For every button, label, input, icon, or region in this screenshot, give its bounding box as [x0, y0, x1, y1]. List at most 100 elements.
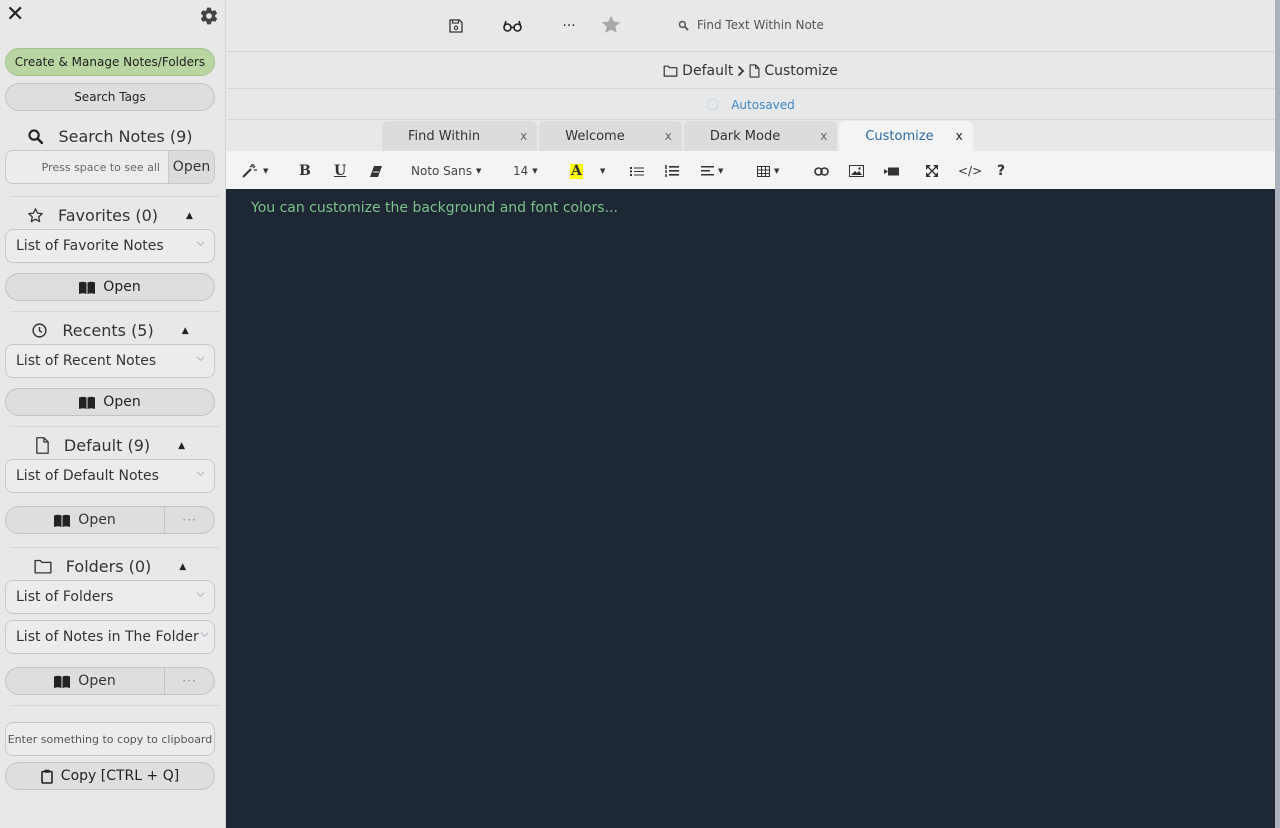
dropdown-caret-icon: ▼: [600, 167, 606, 175]
folders-more-button[interactable]: ···: [164, 668, 214, 694]
divider: [10, 311, 220, 312]
breadcrumb-folder[interactable]: Default: [682, 63, 733, 79]
link-button[interactable]: [814, 163, 829, 179]
table-icon: [757, 165, 770, 177]
breadcrumb: Default Customize: [226, 53, 1275, 89]
folders-title: Folders (0): [65, 557, 152, 576]
folders-heading: Folders (0) ▲: [0, 557, 220, 576]
dropdown-caret-icon: ▼: [774, 167, 780, 175]
book-open-icon: [54, 514, 71, 527]
save-icon[interactable]: [446, 16, 466, 36]
font-family-dropdown[interactable]: Noto Sans ▼: [411, 163, 481, 179]
dropdown-caret-icon: ▼: [263, 167, 269, 175]
tab-close-icon[interactable]: x: [520, 129, 527, 143]
tab-close-icon[interactable]: x: [820, 129, 827, 143]
top-toolbar: ···: [226, 0, 1275, 52]
fullscreen-button[interactable]: [926, 163, 938, 179]
favorites-select[interactable]: List of Favorite Notes: [5, 229, 215, 263]
tab-label: Customize: [865, 128, 934, 144]
bold-button[interactable]: B: [299, 163, 311, 179]
chevron-down-icon: [196, 471, 205, 476]
note-editor[interactable]: You can customize the background and fon…: [226, 189, 1275, 828]
link-icon: [814, 166, 829, 176]
note-tabs: Find Within x Welcome x Dark Mode x Cust…: [382, 121, 973, 151]
search-open-button[interactable]: Open: [168, 151, 214, 183]
favorite-star-icon[interactable]: [601, 14, 621, 34]
book-open-icon: [54, 675, 71, 688]
style-magic-button[interactable]: ▼: [241, 163, 268, 179]
create-manage-button[interactable]: Create & Manage Notes/Folders: [5, 48, 215, 76]
font-size-dropdown[interactable]: 14 ▼: [513, 163, 538, 179]
folders-select[interactable]: List of Folders: [5, 580, 215, 614]
search-notes-heading: Search Notes (9): [0, 127, 220, 146]
tab-customize[interactable]: Customize x: [839, 121, 973, 151]
collapse-favorites-icon[interactable]: ▲: [186, 211, 193, 221]
bullet-list-icon: [630, 166, 644, 176]
close-icon[interactable]: ✕: [6, 4, 24, 26]
collapse-default-icon[interactable]: ▲: [178, 441, 185, 451]
image-button[interactable]: [849, 163, 864, 179]
folder-notes-select-value: List of Notes in The Folder: [16, 629, 199, 645]
search-notes-title: Search Notes (9): [58, 127, 193, 146]
editor-content[interactable]: You can customize the background and fon…: [251, 200, 1250, 216]
highlight-color-button[interactable]: A: [570, 163, 583, 179]
table-dropdown[interactable]: ▼: [757, 163, 779, 179]
default-more-button[interactable]: ···: [164, 507, 214, 533]
folder-notes-select[interactable]: List of Notes in The Folder: [5, 620, 215, 654]
tab-dark-mode[interactable]: Dark Mode x: [683, 121, 838, 151]
image-icon: [849, 165, 864, 177]
collapse-recents-icon[interactable]: ▲: [182, 326, 189, 336]
search-tags-label: Search Tags: [74, 90, 146, 104]
tab-welcome[interactable]: Welcome x: [539, 121, 682, 151]
code-view-button[interactable]: </>: [958, 163, 982, 179]
eraser-icon: [370, 165, 382, 177]
file-icon: [36, 437, 49, 454]
collapse-folders-icon[interactable]: ▲: [179, 562, 186, 572]
clipboard-input[interactable]: [5, 722, 215, 756]
help-button[interactable]: ?: [997, 163, 1005, 179]
search-icon: [678, 20, 689, 31]
search-icon: [28, 129, 44, 145]
unordered-list-button[interactable]: [630, 163, 644, 179]
glasses-icon[interactable]: [502, 16, 522, 36]
recents-open-label: Open: [103, 394, 141, 410]
recents-heading: Recents (5) ▲: [0, 321, 220, 340]
color-dropdown-button[interactable]: ▼: [600, 163, 605, 179]
scrollbar[interactable]: [1275, 0, 1280, 828]
search-notes-input[interactable]: [6, 151, 168, 183]
default-select[interactable]: List of Default Notes: [5, 459, 215, 493]
clipboard-icon: [40, 769, 53, 784]
clear-format-button[interactable]: [370, 163, 382, 179]
autosave-text: Autosaved: [731, 97, 795, 112]
default-open-button[interactable]: Open: [6, 507, 164, 533]
gear-icon[interactable]: [199, 6, 219, 26]
folders-open-button[interactable]: Open: [6, 668, 164, 694]
chevron-down-icon: [200, 632, 209, 637]
copy-button[interactable]: Copy [CTRL + Q]: [5, 762, 215, 790]
breadcrumb-note[interactable]: Customize: [764, 63, 838, 79]
dropdown-caret-icon: ▼: [476, 167, 482, 175]
underline-button[interactable]: U: [334, 163, 346, 179]
tab-close-icon[interactable]: x: [956, 129, 963, 143]
folders-open-label: Open: [78, 673, 116, 689]
numbered-list-icon: [665, 165, 679, 177]
favorites-heading: Favorites (0) ▲: [0, 206, 220, 225]
file-icon: [749, 63, 760, 78]
search-tags-button[interactable]: Search Tags: [5, 83, 215, 111]
align-dropdown[interactable]: ▼: [701, 163, 723, 179]
recents-open-button[interactable]: Open: [5, 388, 215, 416]
dropdown-caret-icon: ▼: [532, 167, 538, 175]
main-panel: ··· Default Customize Autosaved Find Wit…: [226, 0, 1275, 828]
ordered-list-button[interactable]: [665, 163, 679, 179]
tab-close-icon[interactable]: x: [665, 129, 672, 143]
recents-select[interactable]: List of Recent Notes: [5, 344, 215, 378]
star-outline-icon: [28, 208, 43, 223]
divider: [10, 196, 220, 197]
tab-find-within[interactable]: Find Within x: [382, 121, 538, 151]
find-text-input[interactable]: [697, 18, 897, 32]
tab-label: Welcome: [565, 128, 625, 144]
more-options-icon[interactable]: ···: [559, 16, 579, 36]
favorites-open-button[interactable]: Open: [5, 273, 215, 301]
recents-title: Recents (5): [62, 321, 154, 340]
video-button[interactable]: [884, 163, 899, 179]
